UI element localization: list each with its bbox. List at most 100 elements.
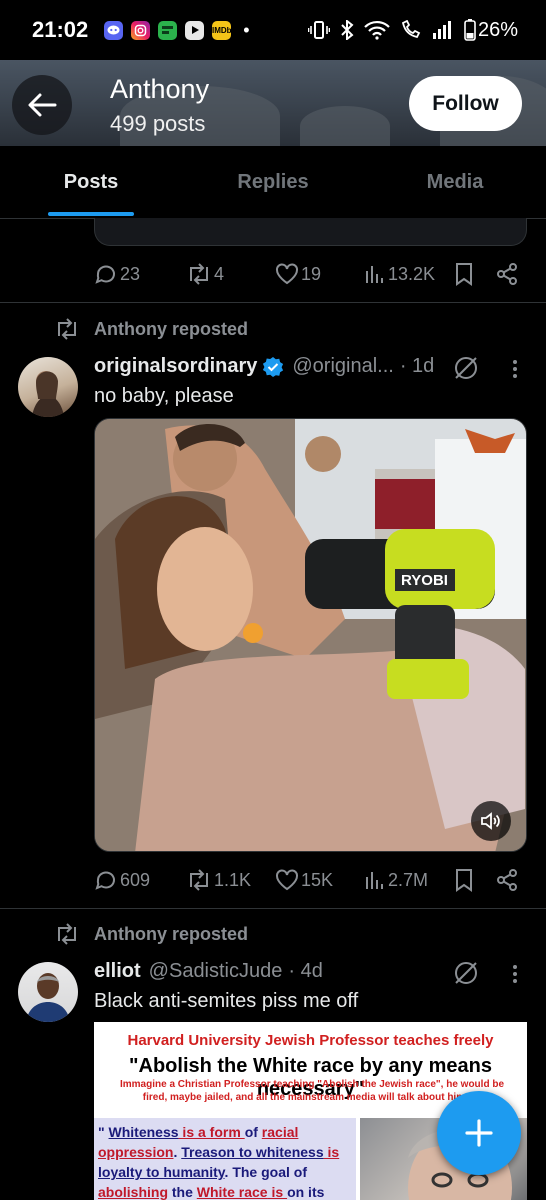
volume-icon <box>481 812 500 830</box>
like-button[interactable]: 15K <box>275 869 333 891</box>
quote-segment: Treason to whiteness <box>181 1144 324 1160</box>
tab-media[interactable]: Media <box>364 146 546 218</box>
avatar-image <box>32 371 64 417</box>
reply-icon <box>95 871 115 890</box>
author-name[interactable]: originalsordinary <box>94 355 257 378</box>
like-button[interactable]: 19 <box>275 263 321 285</box>
plus-icon <box>465 1119 493 1147</box>
post-actions: 609 1.1K 15K 2.7M <box>94 865 526 895</box>
back-button[interactable] <box>12 75 72 135</box>
like-count: 15K <box>301 869 334 890</box>
more-options-icon[interactable] <box>510 962 520 986</box>
repost-count: 4 <box>214 263 225 284</box>
share-icon <box>497 263 517 285</box>
views-button[interactable]: 13.2K <box>364 263 435 285</box>
repost-indicator[interactable]: Anthony reposted <box>54 318 248 340</box>
bookmark-icon <box>456 263 472 286</box>
avatar[interactable] <box>18 962 78 1022</box>
repost-icon <box>190 263 208 285</box>
active-tab-indicator <box>48 212 134 216</box>
share-icon <box>497 869 517 891</box>
bluetooth-icon <box>341 20 354 40</box>
profile-tabs: Posts Replies Media <box>0 146 546 219</box>
repost-button[interactable]: 4 <box>186 262 224 286</box>
quote-segment: loyalty to humanity <box>98 1164 225 1180</box>
heart-icon <box>276 263 298 285</box>
battery-icon <box>464 19 476 41</box>
status-bar: 21:02 IMDb • 26% <box>0 0 546 60</box>
follow-button[interactable]: Follow <box>409 76 522 131</box>
tweet-text: no baby, please <box>94 385 234 407</box>
repost-icon <box>58 923 76 945</box>
mute-button[interactable] <box>471 801 511 841</box>
views-button[interactable]: 2.7M <box>364 869 428 891</box>
post-divider <box>0 302 546 303</box>
wifi-calling-icon <box>401 20 421 39</box>
tweet-text: Black anti-semites piss me off <box>94 990 359 1012</box>
tab-posts-label: Posts <box>63 170 119 193</box>
views-icon <box>366 266 383 283</box>
reply-count: 23 <box>120 263 141 284</box>
grok-icon[interactable] <box>453 355 479 381</box>
post-time: · 1d <box>399 355 435 377</box>
views-count: 2.7M <box>388 869 429 890</box>
repost-indicator[interactable]: Anthony reposted <box>54 923 248 945</box>
tweet-header: elliot @SadisticJude · 4d <box>94 960 323 983</box>
tab-media-label: Media <box>426 170 484 193</box>
share-button[interactable] <box>495 262 519 286</box>
share-button[interactable] <box>495 868 519 892</box>
author-handle[interactable]: @SadisticJude <box>149 960 283 983</box>
repost-label: Anthony reposted <box>94 318 249 339</box>
quote-segment: is a form <box>178 1124 245 1140</box>
quote-segment: is <box>323 1144 340 1160</box>
more-notifications-dot: • <box>243 19 250 40</box>
arrow-left-icon <box>28 93 57 117</box>
post-actions: 23 4 19 13.2K <box>94 259 526 289</box>
reply-button[interactable]: 23 <box>94 262 140 286</box>
author-handle[interactable]: @original... <box>292 355 393 378</box>
more-options-icon[interactable] <box>510 357 520 381</box>
post-media-cutoff[interactable] <box>94 218 527 246</box>
quote-segment: " <box>98 1124 109 1140</box>
quote-segment: on its <box>287 1184 325 1200</box>
bookmark-icon <box>456 869 472 892</box>
wifi-icon <box>364 20 390 40</box>
quote-segment: . The goal of <box>224 1164 307 1180</box>
quote-segment: Whiteness <box>108 1124 179 1140</box>
post-divider <box>0 908 546 909</box>
repost-count: 1.1K <box>214 869 252 890</box>
post-video[interactable]: RYOBI <box>94 418 527 852</box>
profile-name: Anthony <box>110 74 210 104</box>
bookmark-button[interactable] <box>454 868 474 892</box>
quote-segment: is <box>267 1184 288 1200</box>
tab-replies-label: Replies <box>237 170 309 193</box>
banner-shape <box>300 106 390 146</box>
verified-badge-icon <box>263 356 284 377</box>
discord-icon <box>104 20 124 40</box>
views-icon <box>366 872 383 889</box>
quote-segment: of <box>244 1124 262 1140</box>
vibrate-icon <box>307 21 330 39</box>
instagram-icon <box>131 20 151 40</box>
bookmark-button[interactable] <box>454 262 474 286</box>
tab-posts[interactable]: Posts <box>0 146 182 218</box>
image-quote-box: " Whiteness is a form of racial oppressi… <box>94 1118 356 1200</box>
views-count: 13.2K <box>388 263 436 284</box>
heart-icon <box>276 869 298 891</box>
repost-label: Anthony reposted <box>94 923 249 944</box>
repost-button[interactable]: 1.1K <box>186 868 251 892</box>
quote-segment: White race <box>196 1184 268 1200</box>
like-count: 19 <box>301 263 322 284</box>
reply-button[interactable]: 609 <box>94 868 150 892</box>
quote-segment: the <box>168 1184 197 1200</box>
grok-icon[interactable] <box>453 960 479 986</box>
avatar[interactable] <box>18 357 78 417</box>
tab-replies[interactable]: Replies <box>182 146 364 218</box>
avatar-image <box>26 973 70 1022</box>
compose-button[interactable] <box>437 1091 521 1175</box>
repost-icon <box>190 869 208 891</box>
repost-icon <box>58 318 76 340</box>
author-name[interactable]: elliot <box>94 960 141 983</box>
image-headline: Harvard University Jewish Professor teac… <box>127 1032 494 1049</box>
youtube-icon <box>185 20 205 40</box>
